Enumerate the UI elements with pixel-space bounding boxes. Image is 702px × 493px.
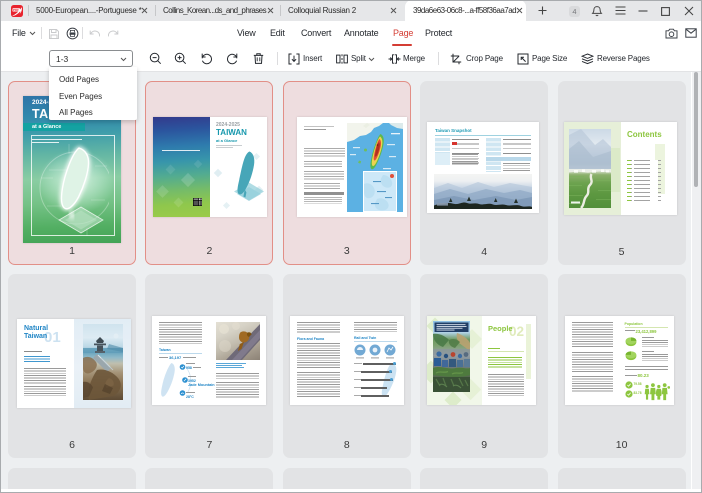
svg-text:PDF: PDF [13,7,19,11]
